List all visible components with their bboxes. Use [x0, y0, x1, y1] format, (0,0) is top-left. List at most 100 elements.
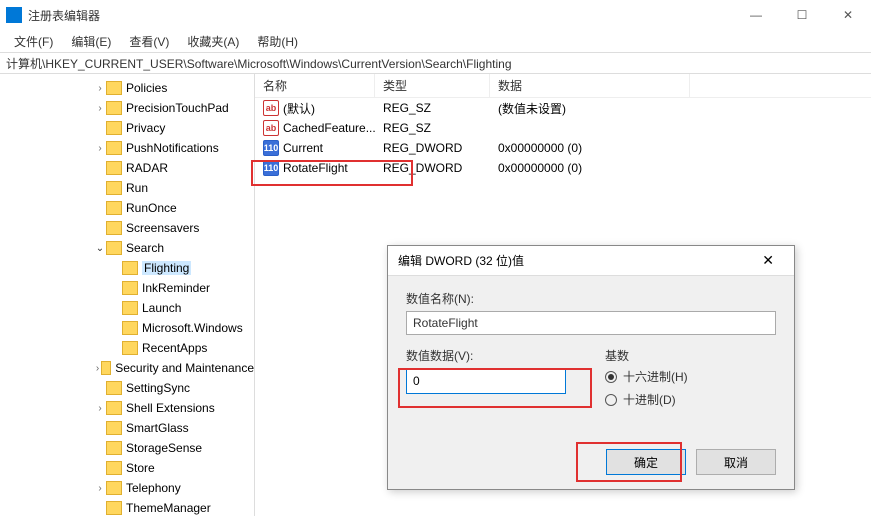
tree-item[interactable]: › PrecisionTouchPad: [0, 98, 254, 118]
folder-icon: [106, 221, 122, 235]
tree-item[interactable]: InkReminder: [0, 278, 254, 298]
folder-icon: [106, 461, 122, 475]
col-name[interactable]: 名称: [255, 74, 375, 97]
minimize-button[interactable]: —: [733, 0, 779, 30]
ok-button[interactable]: 确定: [606, 449, 686, 475]
chevron-right-icon[interactable]: ›: [94, 143, 106, 154]
tree-item[interactable]: Privacy: [0, 118, 254, 138]
tree-item-label: Microsoft.Windows: [142, 321, 243, 335]
tree-item[interactable]: Flighting: [0, 258, 254, 278]
address-bar[interactable]: 计算机\HKEY_CURRENT_USER\Software\Microsoft…: [0, 52, 871, 74]
folder-icon: [122, 321, 138, 335]
menu-file[interactable]: 文件(F): [6, 31, 61, 52]
tree-item-label: InkReminder: [142, 281, 210, 295]
tree-item[interactable]: Store: [0, 458, 254, 478]
tree-item-label: Security and Maintenance: [115, 361, 254, 375]
tree-item[interactable]: SmartGlass: [0, 418, 254, 438]
value-data: 0x00000000 (0): [490, 141, 690, 155]
radio-dec-icon: [605, 394, 617, 406]
chevron-down-icon[interactable]: ⌄: [94, 243, 106, 254]
tree-item-label: ThemeManager: [126, 501, 211, 515]
tree-item-label: SettingSync: [126, 381, 190, 395]
tree-item-label: Privacy: [126, 121, 165, 135]
tree-item[interactable]: RunOnce: [0, 198, 254, 218]
chevron-right-icon[interactable]: ›: [94, 103, 106, 114]
folder-icon: [106, 441, 122, 455]
tree-item[interactable]: ⌄Search: [0, 238, 254, 258]
tree-item-label: Run: [126, 181, 148, 195]
menu-favorites[interactable]: 收藏夹(A): [179, 31, 247, 52]
chevron-right-icon[interactable]: ›: [94, 403, 106, 414]
window-title: 注册表编辑器: [28, 7, 100, 24]
tree-item-label: Shell Extensions: [126, 401, 215, 415]
menu-help[interactable]: 帮助(H): [249, 31, 306, 52]
tree-item[interactable]: Launch: [0, 298, 254, 318]
tree-item[interactable]: Run: [0, 178, 254, 198]
radio-hex-icon: [605, 371, 617, 383]
tree-item-label: Policies: [126, 81, 167, 95]
value-name: Current: [283, 141, 323, 155]
close-button[interactable]: ✕: [825, 0, 871, 30]
folder-icon: [106, 141, 122, 155]
menu-edit[interactable]: 编辑(E): [63, 31, 119, 52]
dialog-title: 编辑 DWORD (32 位)值: [398, 252, 524, 269]
tree-item-label: RADAR: [126, 161, 168, 175]
tree-item-label: PushNotifications: [126, 141, 219, 155]
value-data-input[interactable]: [406, 368, 566, 394]
tree-item-label: RecentApps: [142, 341, 207, 355]
tree-item-label: Launch: [142, 301, 181, 315]
tree-item[interactable]: RecentApps: [0, 338, 254, 358]
value-data: (数值未设置): [490, 100, 690, 117]
value-type: REG_DWORD: [375, 141, 490, 155]
maximize-button[interactable]: ☐: [779, 0, 825, 30]
cancel-button[interactable]: 取消: [696, 449, 776, 475]
tree-item[interactable]: › PushNotifications: [0, 138, 254, 158]
tree-item[interactable]: ThemeManager: [0, 498, 254, 516]
chevron-right-icon[interactable]: ›: [94, 483, 106, 494]
value-data: 0x00000000 (0): [490, 161, 690, 175]
tree-item-label: Flighting: [142, 261, 191, 275]
tree-item[interactable]: SettingSync: [0, 378, 254, 398]
tree-item[interactable]: RADAR: [0, 158, 254, 178]
value-type: REG_SZ: [375, 121, 490, 135]
menu-view[interactable]: 查看(V): [121, 31, 177, 52]
value-type: REG_DWORD: [375, 161, 490, 175]
tree-item[interactable]: Microsoft.Windows: [0, 318, 254, 338]
registry-tree[interactable]: › Policies › PrecisionTouchPad Privacy › PushN…: [0, 74, 255, 516]
folder-icon: [122, 261, 138, 275]
value-row[interactable]: ab(默认)REG_SZ(数值未设置): [255, 98, 871, 118]
window-titlebar: 注册表编辑器 — ☐ ✕: [0, 0, 871, 30]
value-row[interactable]: 110CurrentREG_DWORD0x00000000 (0): [255, 138, 871, 158]
tree-item-label: Telephony: [126, 481, 181, 495]
folder-icon: [106, 161, 122, 175]
radio-hex[interactable]: 十六进制(H): [605, 368, 776, 385]
value-name: (默认): [283, 100, 315, 117]
col-type[interactable]: 类型: [375, 74, 490, 97]
folder-icon: [106, 421, 122, 435]
radio-hex-label: 十六进制(H): [623, 368, 688, 385]
tree-item[interactable]: › Telephony: [0, 478, 254, 498]
folder-icon: [106, 501, 122, 515]
folder-icon: [106, 201, 122, 215]
tree-item-label: PrecisionTouchPad: [126, 101, 229, 115]
value-row[interactable]: 110RotateFlightREG_DWORD0x00000000 (0): [255, 158, 871, 178]
folder-icon: [122, 301, 138, 315]
tree-item[interactable]: Screensavers: [0, 218, 254, 238]
list-header: 名称 类型 数据: [255, 74, 871, 98]
tree-item[interactable]: StorageSense: [0, 438, 254, 458]
string-value-icon: ab: [263, 120, 279, 136]
chevron-right-icon[interactable]: ›: [94, 363, 101, 374]
folder-icon: [106, 181, 122, 195]
dword-value-icon: 110: [263, 160, 279, 176]
tree-item-label: Store: [126, 461, 155, 475]
dialog-close-button[interactable]: ✕: [752, 248, 784, 273]
folder-icon: [122, 281, 138, 295]
tree-item[interactable]: › Security and Maintenance: [0, 358, 254, 378]
col-data[interactable]: 数据: [490, 74, 690, 97]
tree-item[interactable]: › Shell Extensions: [0, 398, 254, 418]
tree-item[interactable]: › Policies: [0, 78, 254, 98]
radio-dec[interactable]: 十进制(D): [605, 391, 776, 408]
chevron-right-icon[interactable]: ›: [94, 83, 106, 94]
value-row[interactable]: abCachedFeature...REG_SZ: [255, 118, 871, 138]
folder-icon: [106, 401, 122, 415]
